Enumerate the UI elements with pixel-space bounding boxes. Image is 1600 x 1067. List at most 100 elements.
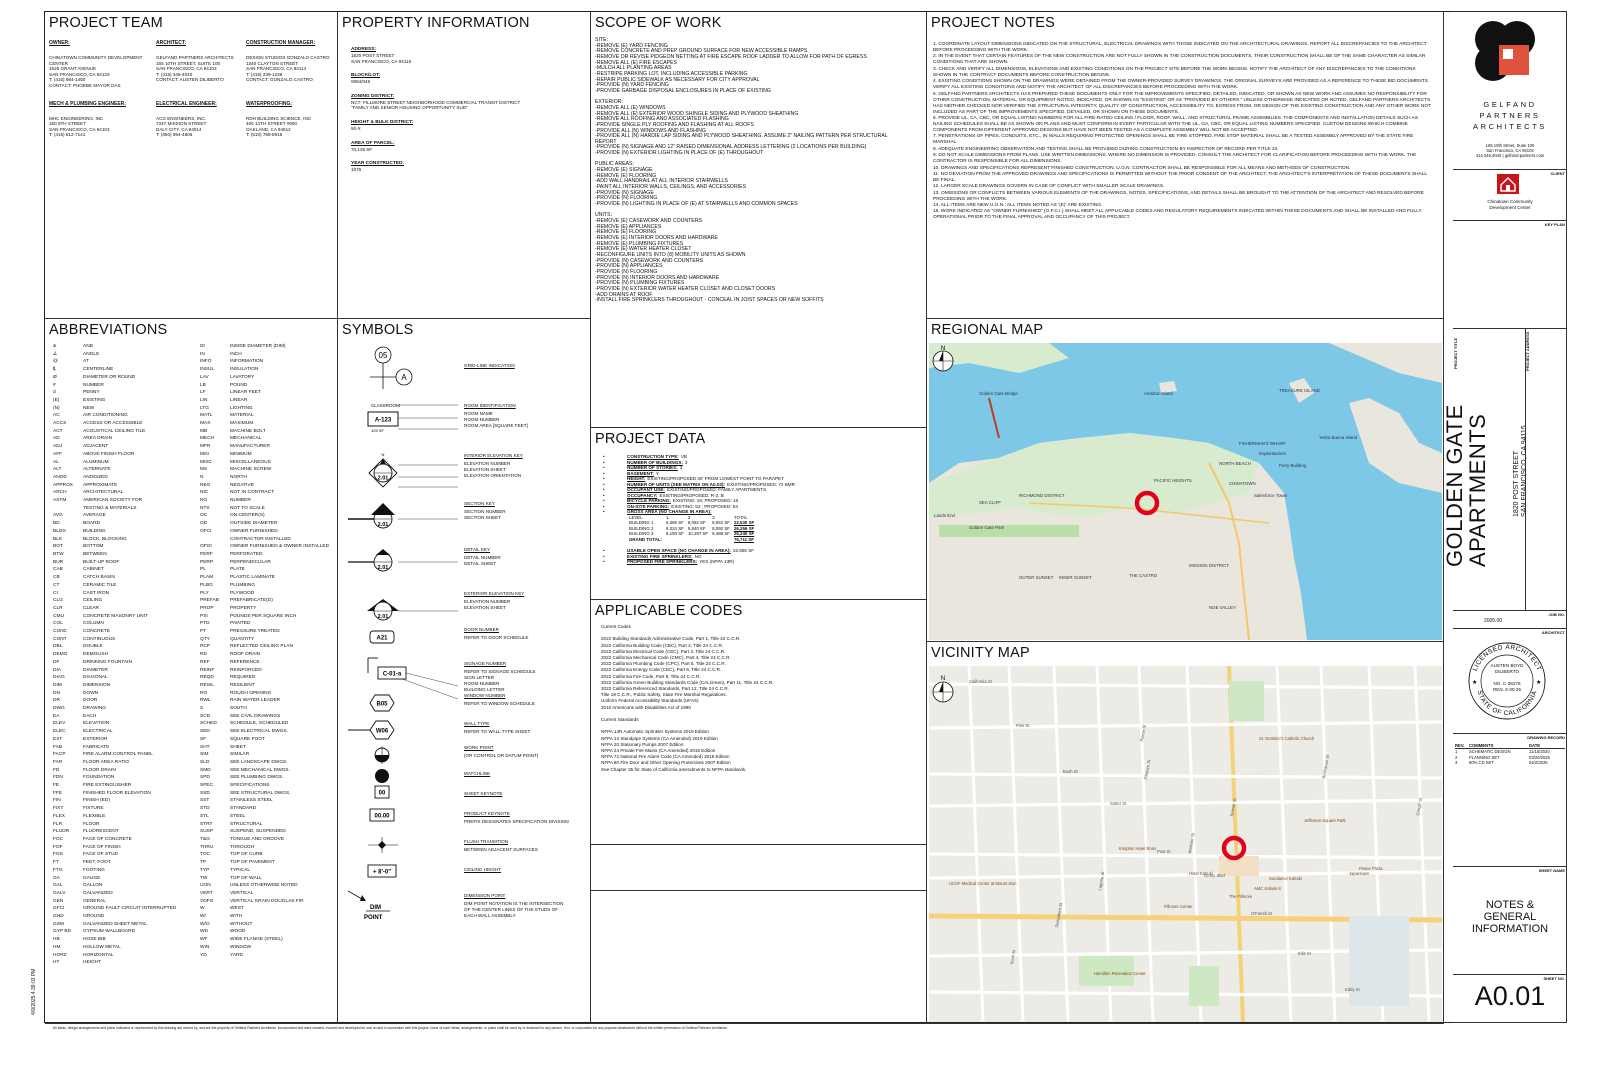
team-details: DESIGN STUDIOS GONZALO CASTRO 1340 CLAYT… [246,55,330,83]
abbreviation-meaning: GROUND FAULT CIRCUIT INTERRUPTED [83,906,177,912]
abbreviation-meaning: FLUORESCENT [83,829,119,835]
abbreviation-key: DN [53,690,60,696]
abbreviation-row: FAB FABRICATE [53,744,176,752]
abbreviation-meaning: MATERIAL [230,413,254,419]
abbreviation-row: ANOD ANODIZED [53,474,176,482]
title-block: GELFAND PARTNERS ARCHITECTS 165 10th Str… [1442,11,1567,1023]
abbreviation-key: GAL [53,883,63,889]
job-no-label: JOB NO. [1548,612,1565,617]
client-logo-icon [1497,174,1519,194]
abbreviation-row: WIN WINDOW [200,944,329,952]
symbol-title: DETAIL KEY [464,547,491,552]
table-cell: 8,150 SF [666,531,684,536]
abbreviation-row: T&G TONGUE AND GROOVE [200,836,329,844]
abbreviation-row: TP TOP OF PAVEMENT [200,859,329,867]
abbreviation-meaning: FINISHED FLOOR ELEVATION [83,790,151,796]
symbol-description: SECTION KEY SECTION NUMBER SECTION SHEET [464,501,506,521]
abbreviation-meaning: FEET, FOOT [83,860,111,866]
street-label: Pine St [1016,723,1030,728]
title-block-rule [1453,610,1567,611]
abbreviation-row: RWL RAIN WATER LEADER [200,697,329,705]
project-data-value: 22,856 SF [732,548,755,553]
abbreviation-row: & AND [53,343,176,351]
abbreviation-meaning: MAXIMUM [230,421,254,427]
abbreviation-key: LAV [200,374,209,380]
vicinity-map[interactable]: N California St Pine St Bush St Sutter St Po… [928,665,1443,1023]
abbreviation-row: GEN GENERAL [53,898,176,906]
regional-map[interactable]: N Golden Gate Bridge Alcatraz Island TREAS… [929,343,1442,641]
team-member: MECH & PLUMBING ENGINEER: MHC ENGINEERING… [49,101,156,138]
abbreviation-meaning: PENNY [83,390,100,396]
abbreviation-meaning: NEGATIVE [230,482,254,488]
abbreviation-key: NIC [200,490,209,496]
abbreviation-meaning: CABINET [83,567,104,573]
abbreviation-key: W/ [200,914,206,920]
abbreviation-key: PSI [200,613,208,619]
abbreviation-row: FLR FLOOR [53,821,176,829]
abbreviation-key: WF [200,937,208,943]
abbreviation-key: CLG [53,598,63,604]
abbreviation-meaning: REFERENCE [230,659,260,665]
abbreviation-row: HORZ HORIZONTAL [53,952,176,960]
abbreviation-row: DF DRINKING FOUNTAIN [53,659,176,667]
abbreviation-meaning: TOP OF WALL [230,875,262,881]
symbol-subtext: ROOM NAME ROOM NUMBER ROOM AREA [SQUARE … [464,411,528,428]
abbreviation-key: RWL [200,698,211,704]
abbreviation-row: ACCS ACCESS OR ACCESSIBLE [53,420,176,428]
table-cell: 8,062 SF [712,520,730,525]
abbreviation-row: GAL GALLON [53,882,176,890]
abbreviation-key: ACCS [53,421,67,427]
abbreviation-key: Ø [53,374,57,380]
symbol-title: INTERIOR ELEVATION KEY [464,453,523,458]
abbreviation-key: AVG [53,513,63,519]
abbreviation-row: AL ALUMINUM [53,459,176,467]
abbreviation-row: SPEC SPECIFICATIONS [200,782,329,790]
abbreviation-key: WD [200,929,208,935]
sheet-name: NOTES & GENERAL INFORMATION [1471,899,1549,935]
record-cell: 04/2/2025 [1529,760,1548,766]
abbreviation-meaning: FLEXIBLE [83,813,106,819]
abbreviation-meaning: BLOCK, BLOCKING [83,536,127,542]
abbreviation-meaning: DRINKING FOUNTAIN [83,659,132,665]
symbol-title: CEILING HEIGHT [464,867,502,872]
abbreviation-key: APPROX [53,482,73,488]
symbol-title: WINDOW NUMBER [464,693,506,698]
abbreviation-row: DWG DRAWING [53,705,176,713]
abbreviation-meaning: SUSPEND, SUSPENDED [230,829,286,835]
abbreviation-meaning: LAVATORY [230,374,255,380]
abbreviation-key: FIXT [53,806,64,812]
abbreviation-row: OFCI OWNER FURNISHED [200,528,329,536]
street-label: Eddy St [1345,987,1360,992]
abbreviation-key: BOT [53,544,63,550]
map-label: MISSION DISTRICT [1189,563,1230,568]
abbreviation-key: N [200,474,204,480]
map-street [928,852,1443,860]
abbreviation-key: @ [53,359,58,365]
abbreviation-row: EXT EXTERIOR [53,736,176,744]
abbreviation-row: W WEST [200,905,329,913]
abbreviation-meaning: GALVANIZED SHEET METAL [83,921,147,927]
abbreviation-key: LIN [200,397,208,403]
abbreviation-key [200,536,230,544]
abbreviation-meaning: LINEAR [230,397,248,403]
abbreviation-row: HT HEIGHT [53,959,176,967]
abbreviation-row: RD ROOF DRAIN [200,651,329,659]
abbreviation-row: GA GAUGE [53,875,176,883]
property-item: BLOCK/LOT: 0684/046 [351,73,586,85]
symbol-subtext: DETAIL NUMBER DETAIL SHEET [464,555,501,566]
abbreviation-row: OFOI OWNER FURNISHED & OWNER INSTALLED [200,543,329,551]
abbreviation-row: GSM GALVANIZED SHEET METAL [53,921,176,929]
symbol-title: DIMENSION POINT [464,893,506,898]
abbreviation-key: PLY [200,590,209,596]
bullet: • [603,559,605,564]
abbreviation-meaning: TYPICAL [230,867,250,873]
abbreviation-row: SST STAINLESS STEEL [200,797,329,805]
map-street [928,720,1443,730]
abbreviation-key: ALT [53,467,62,473]
abbreviation-row: COL COLUMN [53,620,176,628]
abbreviation-row: BD BOARD [53,520,176,528]
symbol-description: ROOM IDENTIFICATION ROOM NAME ROOM NUMBER… [464,403,528,429]
abbreviation-meaning: BUILT-UP ROOF [83,559,120,565]
grand-total-label: GRAND TOTAL: [629,536,663,542]
abbreviations-column-1: & AND ∠ ANGLE @ AT ℄ CENTERLINE Ø DIAMETER OR ROU… [53,343,176,967]
